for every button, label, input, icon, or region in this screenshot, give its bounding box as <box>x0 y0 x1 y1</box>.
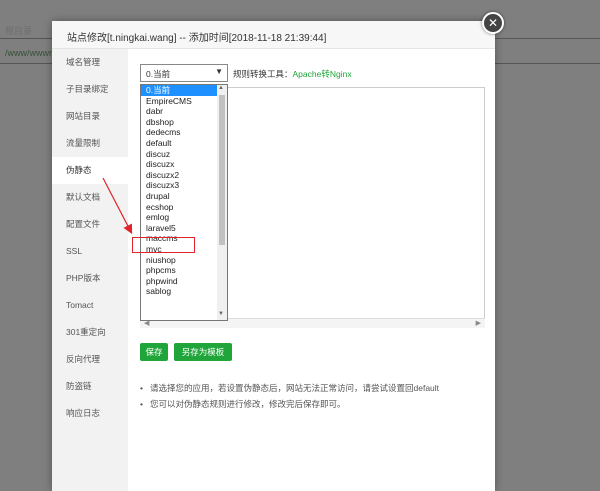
modal-title: 站点修改[t.ningkai.wang] -- 添加时间[2018-11-18 … <box>67 33 327 44</box>
dropdown-option-laravel5[interactable]: laravel5 <box>141 223 217 234</box>
sidebar-item-rewrite[interactable]: 伪静态 <box>52 157 128 184</box>
dropdown-option[interactable]: niushop <box>141 255 217 266</box>
dropdown-option[interactable]: drupal <box>141 191 217 202</box>
conversion-tool-label: 规则转换工具：Apache转Nginx <box>233 69 352 79</box>
dropdown-option[interactable]: discuzx3 <box>141 180 217 191</box>
dropdown-option[interactable]: emlog <box>141 212 217 223</box>
sidebar-item-config-file[interactable]: 配置文件 <box>52 211 128 238</box>
dropdown-option[interactable]: phpwind <box>141 276 217 287</box>
dropdown-option[interactable]: 0.当前 <box>141 85 217 96</box>
dropdown-option[interactable]: discuz <box>141 149 217 160</box>
modal-header: 站点修改[t.ningkai.wang] -- 添加时间[2018-11-18 … <box>52 21 495 49</box>
dropdown-option[interactable]: discuzx <box>141 159 217 170</box>
dropdown-option[interactable]: sablog <box>141 286 217 297</box>
settings-sidebar: 域名管理 子目录绑定 网站目录 流量限制 伪静态 默认文档 配置文件 SSL P… <box>52 49 128 491</box>
save-button[interactable]: 保存 <box>140 343 168 361</box>
chevron-down-icon: ▼ <box>215 67 223 76</box>
dropdown-option[interactable]: dedecms <box>141 127 217 138</box>
highlight-box <box>132 237 195 253</box>
rewrite-template-select[interactable]: 0.当前 ▼ <box>140 64 228 82</box>
scrollbar-thumb[interactable] <box>219 95 225 245</box>
sidebar-item-php-version[interactable]: PHP版本 <box>52 265 128 292</box>
scroll-down-icon[interactable]: ▼ <box>218 311 224 317</box>
sidebar-item-traffic-limit[interactable]: 流量限制 <box>52 130 128 157</box>
sidebar-item-ssl[interactable]: SSL <box>52 238 128 265</box>
dropdown-option[interactable]: dabr <box>141 106 217 117</box>
sidebar-item-domain[interactable]: 域名管理 <box>52 49 128 76</box>
sidebar-item-redirect[interactable]: 301重定向 <box>52 319 128 346</box>
sidebar-item-site-directory[interactable]: 网站目录 <box>52 103 128 130</box>
scroll-up-icon[interactable]: ▲ <box>218 85 224 91</box>
sidebar-item-subdirectory[interactable]: 子目录绑定 <box>52 76 128 103</box>
dropdown-option[interactable]: default <box>141 138 217 149</box>
dropdown-option[interactable]: EmpireCMS <box>141 96 217 107</box>
sidebar-item-default-doc[interactable]: 默认文档 <box>52 184 128 211</box>
tip-item: • 请选择您的应用，若设置伪静态后，网站无法正常访问，请尝试设置回default <box>140 383 440 393</box>
save-as-template-button[interactable]: 另存为模板 <box>174 343 232 361</box>
dropdown-option[interactable]: dbshop <box>141 117 217 128</box>
tips-list: • 请选择您的应用，若设置伪静态后，网站无法正常访问，请尝试设置回default … <box>140 380 439 412</box>
apache-to-nginx-link[interactable]: Apache转Nginx <box>293 69 352 79</box>
sidebar-item-tomcat[interactable]: Tomact <box>52 292 128 319</box>
close-icon[interactable]: ✕ <box>482 12 504 34</box>
scroll-right-icon[interactable]: ▶ <box>476 319 481 327</box>
select-current-value: 0.当前 <box>146 69 171 79</box>
sidebar-item-response-log[interactable]: 响应日志 <box>52 400 128 427</box>
dropdown-option[interactable]: phpcms <box>141 265 217 276</box>
sidebar-item-hotlink[interactable]: 防盗链 <box>52 373 128 400</box>
dropdown-option[interactable]: ecshop <box>141 202 217 213</box>
dropdown-vertical-scrollbar[interactable]: ▲ ▼ <box>217 85 227 320</box>
dropdown-option[interactable]: discuzx2 <box>141 170 217 181</box>
rewrite-template-dropdown[interactable]: 0.当前 EmpireCMS dabr dbshop dedecms defau… <box>140 84 228 321</box>
sidebar-item-reverse-proxy[interactable]: 反向代理 <box>52 346 128 373</box>
tip-item: • 您可以对伪静态规则进行修改，修改完后保存即可。 <box>140 399 346 409</box>
